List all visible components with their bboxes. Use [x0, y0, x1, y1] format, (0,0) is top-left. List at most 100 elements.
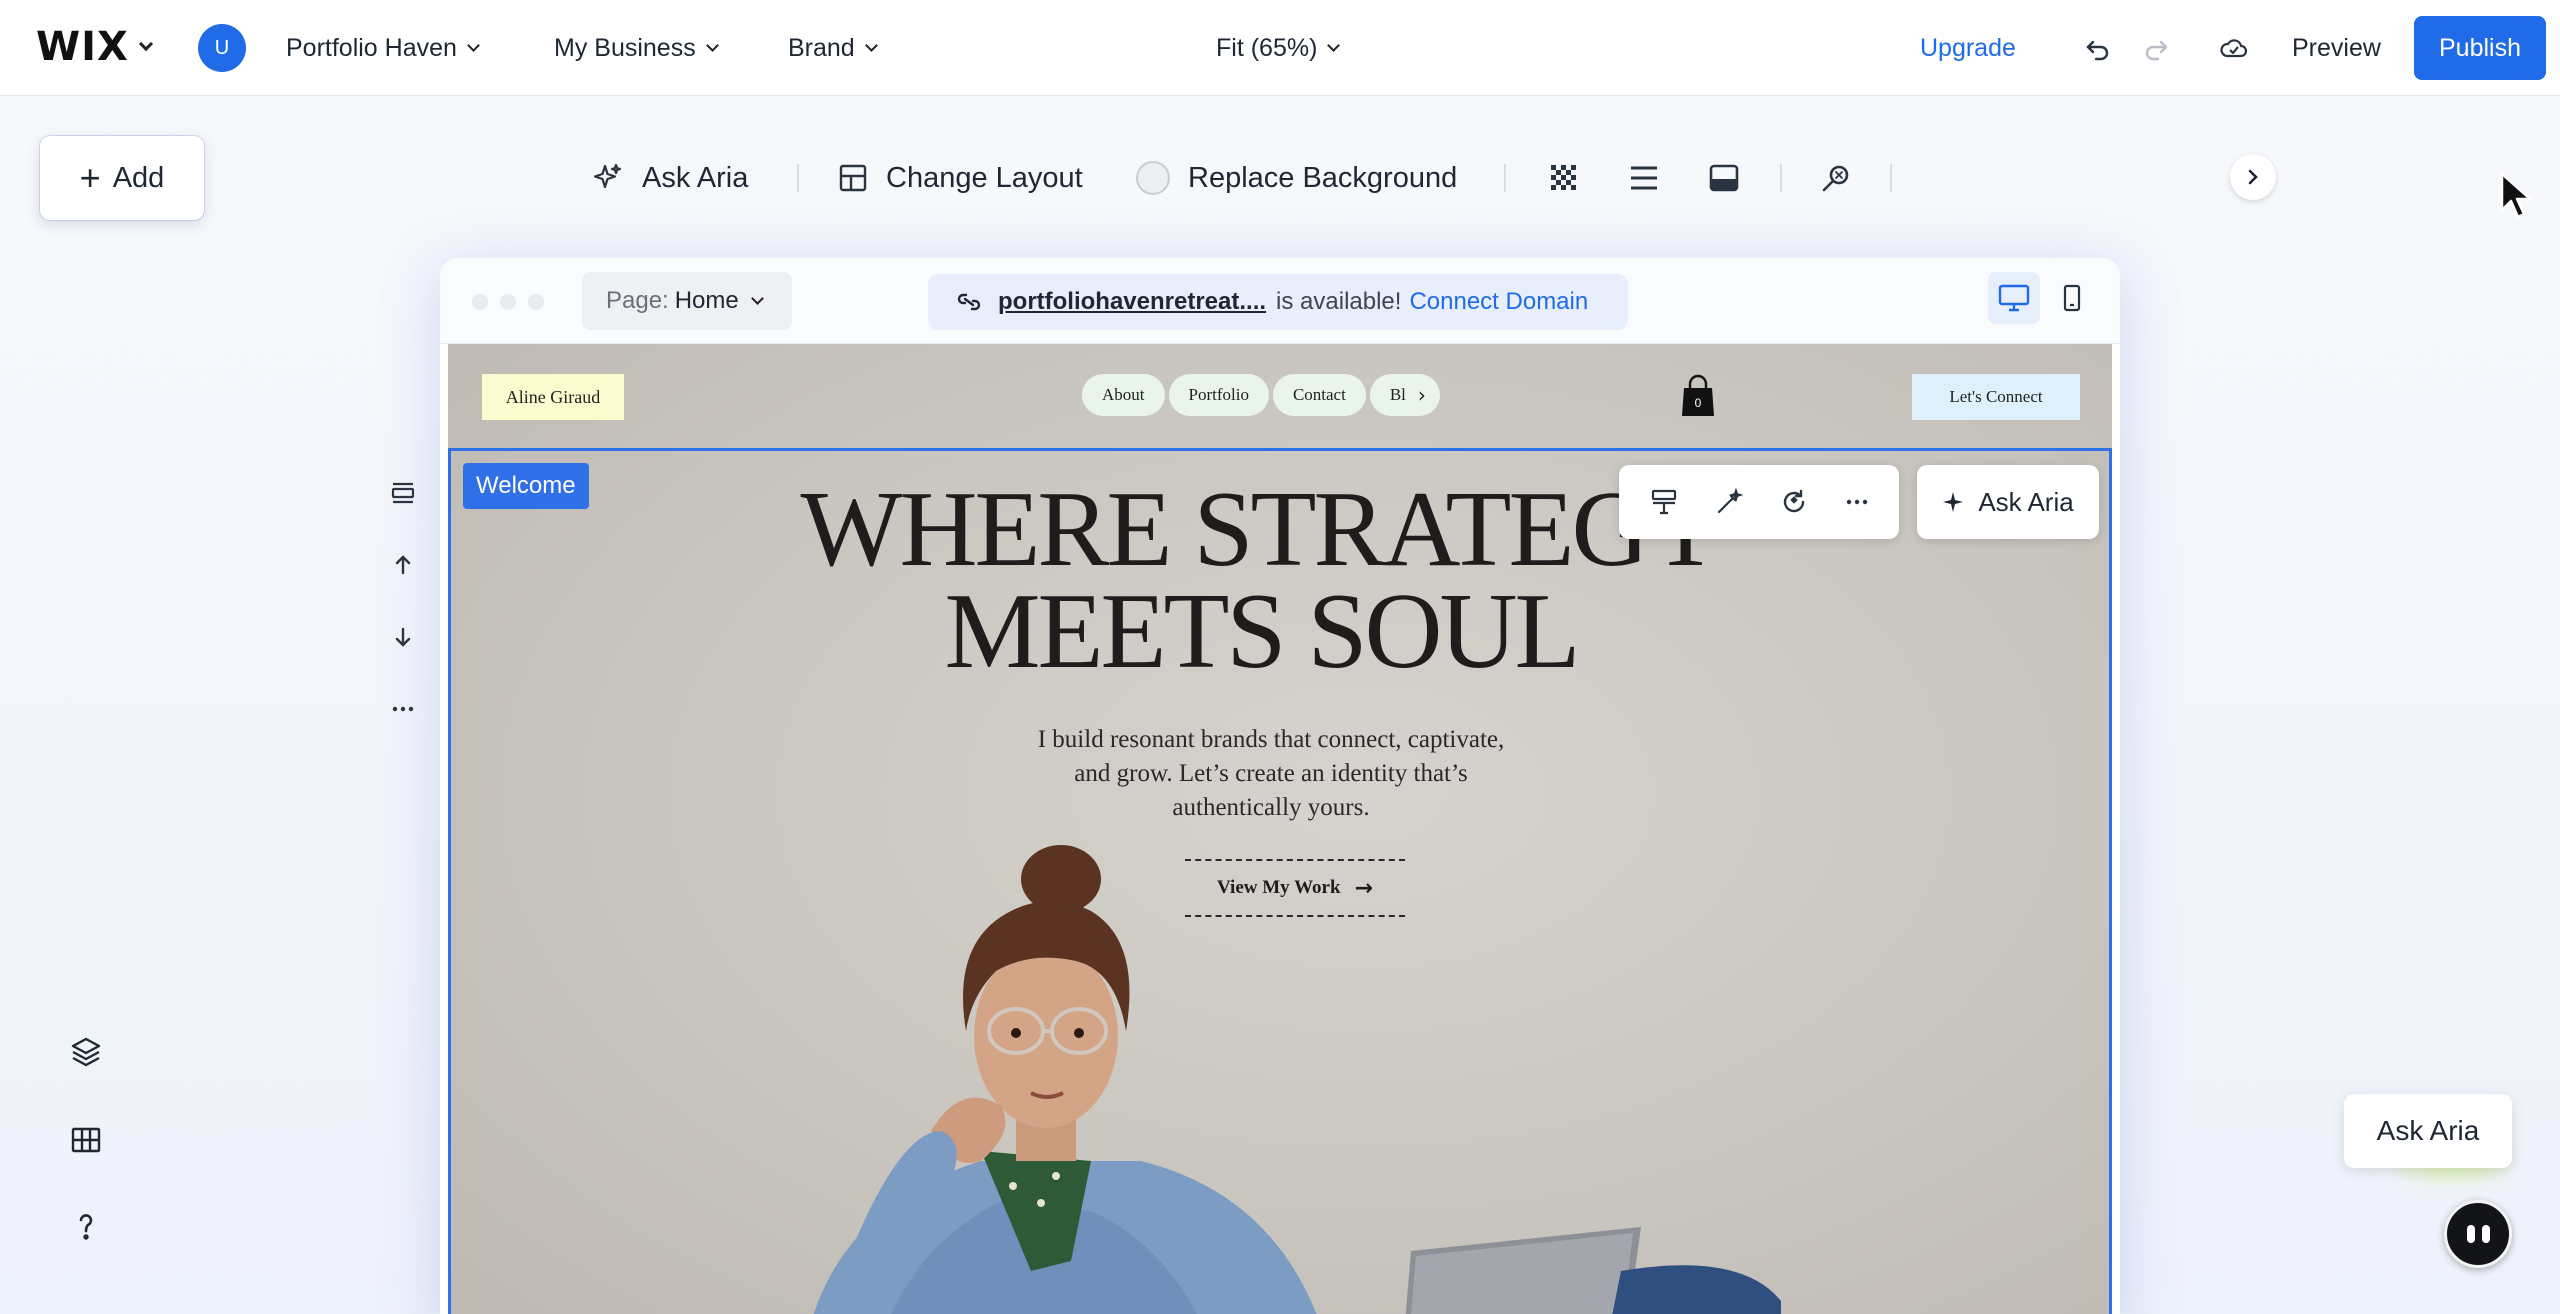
- move-section-down-button[interactable]: [386, 620, 420, 654]
- shopping-bag-icon[interactable]: 0: [1678, 374, 1718, 418]
- desktop-view-button[interactable]: [1988, 272, 2040, 324]
- undo-button[interactable]: [2080, 30, 2116, 66]
- magnify-icon: [1822, 165, 1849, 192]
- site-nav-blog[interactable]: Bl ›: [1369, 374, 1440, 416]
- replace-background-label: Replace Background: [1188, 161, 1458, 194]
- design-icon[interactable]: [1649, 487, 1679, 517]
- site-canvas: Aline Giraud About Portfolio Contact Bl …: [448, 344, 2112, 1314]
- desktop-icon: [1998, 284, 2030, 312]
- aria-eye-icon: [2466, 1225, 2475, 1243]
- cloud-icon: [2220, 39, 2248, 58]
- top-bar: WIX U Portfolio Haven My Business Brand …: [0, 0, 2560, 96]
- window-dots: [472, 294, 544, 310]
- pattern-icon: [1551, 165, 1576, 190]
- section-settings-button[interactable]: [386, 476, 420, 510]
- frame-toolbar: Page: Home portfoliohavenretreat.... is …: [440, 258, 2120, 344]
- toolbar-next-button[interactable]: [2230, 154, 2276, 200]
- magic-wand-icon[interactable]: [1714, 487, 1744, 517]
- section-floating-toolbar: [1619, 465, 1899, 539]
- question-mark-icon: [79, 1214, 93, 1240]
- ask-aria-tool-label: Ask Aria: [642, 161, 749, 194]
- arrow-down-icon: [395, 627, 411, 647]
- lines-icon: [1631, 166, 1657, 190]
- redo-icon: [2145, 40, 2168, 61]
- brand-menu[interactable]: Brand: [788, 0, 878, 96]
- publish-button[interactable]: Publish: [2414, 16, 2546, 80]
- background-position-tool[interactable]: [1708, 150, 1758, 206]
- site-menu[interactable]: Portfolio Haven: [286, 0, 480, 96]
- upgrade-link[interactable]: Upgrade: [1920, 0, 2016, 96]
- hero-title-line-2: MEETS SOUL: [944, 571, 1580, 691]
- domain-status: is available!: [1276, 288, 1402, 315]
- ask-aria-bubble[interactable]: Ask Aria: [2344, 1094, 2512, 1168]
- help-button[interactable]: [60, 1200, 112, 1252]
- site-name[interactable]: Aline Giraud: [482, 374, 624, 420]
- wix-logo: WIX: [36, 24, 129, 70]
- ask-aria-tool[interactable]: Ask Aria: [592, 150, 748, 206]
- undo-icon: [2086, 40, 2109, 61]
- replace-background-tool[interactable]: Replace Background: [1136, 150, 1457, 206]
- add-button[interactable]: + Add: [40, 136, 204, 220]
- grid-button[interactable]: [60, 1114, 112, 1166]
- site-nav-about[interactable]: About: [1082, 374, 1165, 416]
- background-swatch-icon: [1136, 161, 1170, 195]
- site-header: Aline Giraud About Portfolio Contact Bl …: [448, 344, 2112, 448]
- move-section-up-button[interactable]: [386, 548, 420, 582]
- business-menu[interactable]: My Business: [554, 0, 719, 96]
- change-layout-tool[interactable]: Change Layout: [838, 150, 1083, 206]
- hero-title[interactable]: WHERE STRATEGY MEETS SOUL: [751, 470, 1771, 691]
- aria-assistant-button[interactable]: [2444, 1200, 2512, 1268]
- section-icon: [391, 482, 415, 504]
- site-nav-contact[interactable]: Contact: [1272, 374, 1366, 416]
- hero-title-line-1: WHERE STRATEGY: [800, 470, 1725, 589]
- hero-subtitle[interactable]: I build resonant brands that connect, ca…: [1031, 723, 1511, 825]
- section-ask-aria-label: Ask Aria: [1978, 486, 2074, 517]
- change-layout-label: Change Layout: [886, 161, 1083, 194]
- aria-eye-icon: [2481, 1225, 2490, 1243]
- avatar[interactable]: U: [198, 24, 246, 72]
- zoom-label: Fit (65%): [1216, 33, 1318, 62]
- toolbar-divider: [1504, 164, 1506, 192]
- hero-portrait-image[interactable]: [621, 831, 1781, 1314]
- split-panel-icon: [1709, 164, 1739, 192]
- connect-domain-link[interactable]: Connect Domain: [1409, 288, 1588, 316]
- cloud-save-button[interactable]: [2216, 30, 2252, 66]
- editor-canvas-frame: Page: Home portfoliohavenretreat.... is …: [440, 258, 2120, 1314]
- layout-icon: [839, 164, 867, 192]
- welcome-section[interactable]: Welcome WHERE STRATEGY MEETS SOUL I buil…: [448, 448, 2112, 1314]
- business-menu-label: My Business: [554, 33, 696, 62]
- more-horizontal-icon: [392, 706, 414, 712]
- page-selector[interactable]: Page: Home: [582, 272, 792, 330]
- align-tool[interactable]: [1628, 150, 1678, 206]
- plus-icon: +: [79, 157, 101, 198]
- pattern-tool[interactable]: [1548, 150, 1598, 206]
- site-menu-label: Portfolio Haven: [286, 33, 457, 62]
- toolbar-divider: [1780, 164, 1782, 192]
- chevron-right-icon: ›: [1417, 383, 1426, 407]
- section-more-button[interactable]: [386, 692, 420, 726]
- mobile-view-button[interactable]: [2046, 272, 2098, 324]
- chevron-down-icon: [864, 38, 878, 52]
- more-horizontal-icon[interactable]: [1844, 489, 1870, 515]
- search-tool[interactable]: [1820, 150, 1870, 206]
- redo-button[interactable]: [2138, 30, 2174, 66]
- section-ask-aria-button[interactable]: Ask Aria: [1917, 465, 2099, 539]
- domain-name[interactable]: portfoliohavenretreat....: [998, 288, 1266, 316]
- sparkle-icon: [1943, 492, 1964, 512]
- table-grid-icon: [71, 1127, 101, 1153]
- cart-count: 0: [1695, 396, 1702, 410]
- lets-connect-button[interactable]: Let's Connect: [1912, 374, 2080, 420]
- regenerate-icon[interactable]: [1779, 487, 1809, 517]
- device-toggle: [1988, 272, 2098, 324]
- layers-button[interactable]: [60, 1026, 112, 1078]
- site-nav-portfolio[interactable]: Portfolio: [1168, 374, 1269, 416]
- zoom-dropdown[interactable]: Fit (65%): [1216, 0, 1341, 96]
- domain-banner: portfoliohavenretreat.... is available! …: [928, 274, 1628, 330]
- section-label: Welcome: [463, 463, 589, 509]
- preview-button[interactable]: Preview: [2292, 0, 2381, 96]
- wix-logo-menu[interactable]: WIX: [36, 24, 153, 70]
- arrow-up-icon: [395, 555, 411, 575]
- chevron-down-icon: [750, 291, 764, 305]
- site-nav-blog-label: Bl: [1389, 385, 1406, 404]
- add-label: Add: [112, 161, 165, 194]
